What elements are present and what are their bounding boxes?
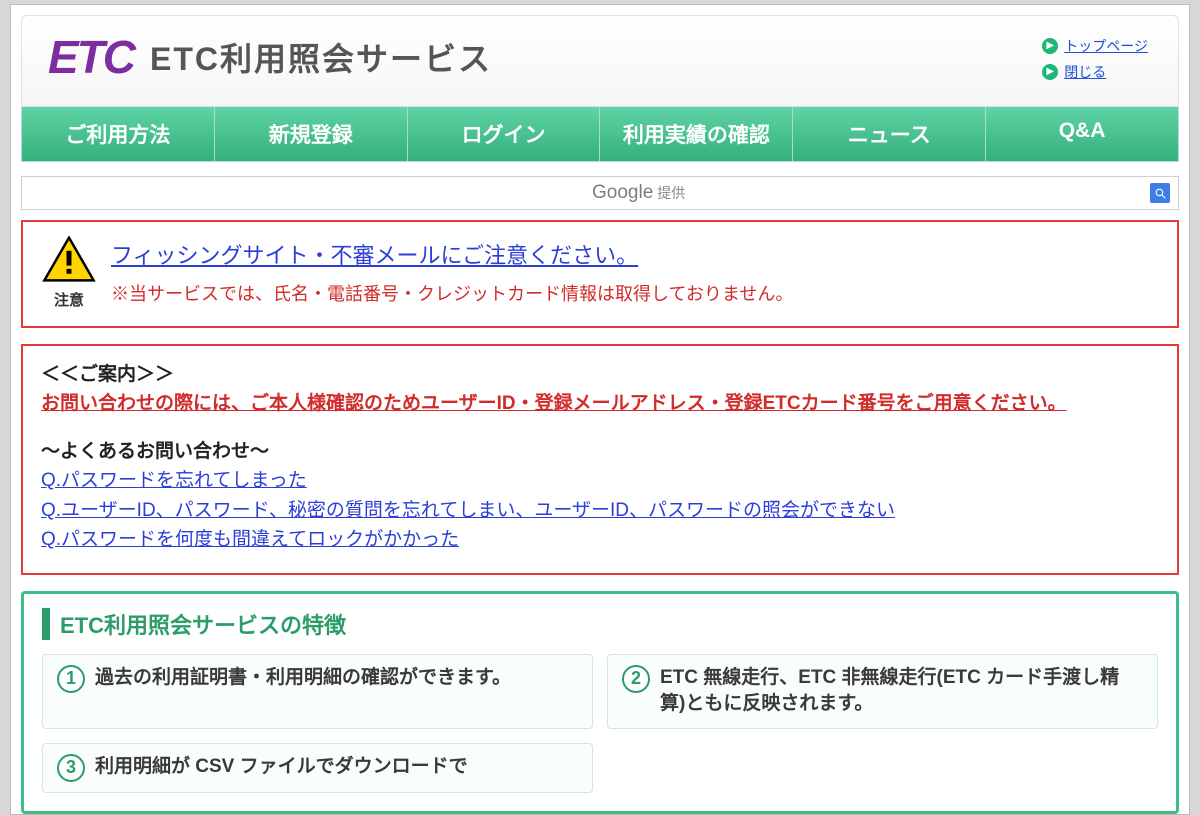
guide-heading: ＜＜ご案内＞＞ xyxy=(41,360,1159,389)
header-links: ▶ トップページ ▶ 閉じる xyxy=(1042,36,1148,88)
phishing-alert-note: ※当サービスでは、氏名・電話番号・クレジットカード情報は取得しておりません。 xyxy=(111,280,793,306)
feature-text: 過去の利用証明書・利用明細の確認ができます。 xyxy=(95,665,511,692)
faq-link[interactable]: Q.パスワードを忘れてしまった xyxy=(41,466,1159,495)
guide-red-notice: お問い合わせの際には、ご本人様確認のためユーザーID・登録メールアドレス・登録E… xyxy=(41,389,1159,418)
faq-list: Q.パスワードを忘れてしまった Q.ユーザーID、パスワード、秘密の質問を忘れて… xyxy=(41,466,1159,554)
search-provider-label: Google xyxy=(592,182,653,204)
nav-history[interactable]: 利用実績の確認 xyxy=(600,107,793,161)
feature-number-badge: 3 xyxy=(57,754,85,782)
feature-text: ETC 無線走行、ETC 非無線走行(ETC カード手渡し精算)ともに反映されま… xyxy=(660,665,1143,718)
nav-register[interactable]: 新規登録 xyxy=(215,107,408,161)
main-nav: ご利用方法 新規登録 ログイン 利用実績の確認 ニュース Q&A xyxy=(21,107,1179,162)
feature-number-badge: 1 xyxy=(57,665,85,693)
faq-heading: ～よくあるお問い合わせ～ xyxy=(41,437,1159,466)
warning-icon: 注意 xyxy=(41,236,97,310)
nav-qa[interactable]: Q&A xyxy=(986,107,1178,161)
search-bar[interactable]: Google 提供 xyxy=(21,176,1179,210)
nav-login[interactable]: ログイン xyxy=(408,107,601,161)
search-icon xyxy=(1154,187,1167,200)
phishing-alert-link[interactable]: フィッシングサイト・不審メールにご注意ください。 xyxy=(111,238,638,270)
close-link[interactable]: 閉じる xyxy=(1064,62,1106,82)
page-container: ETC ETC利用照会サービス ▶ トップページ ▶ 閉じる ご利用方法 新規登… xyxy=(10,4,1190,815)
info-box: ＜＜ご案内＞＞ お問い合わせの際には、ご本人様確認のためユーザーID・登録メール… xyxy=(21,344,1179,575)
arrow-right-icon: ▶ xyxy=(1042,64,1058,80)
nav-usage[interactable]: ご利用方法 xyxy=(22,107,215,161)
arrow-right-icon: ▶ xyxy=(1042,38,1058,54)
faq-link[interactable]: Q.パスワードを何度も間違えてロックがかかった xyxy=(41,525,1159,554)
site-title: ETC利用照会サービス xyxy=(150,34,492,80)
search-provider-sub: 提供 xyxy=(657,183,685,203)
search-button[interactable] xyxy=(1150,183,1170,203)
features-section: ETC利用照会サービスの特徴 1 過去の利用証明書・利用明細の確認ができます。 … xyxy=(21,591,1179,814)
faq-link[interactable]: Q.ユーザーID、パスワード、秘密の質問を忘れてしまい、ユーザーID、パスワード… xyxy=(41,496,1159,525)
feature-text: 利用明細が CSV ファイルでダウンロードで xyxy=(95,754,468,781)
site-header: ETC ETC利用照会サービス ▶ トップページ ▶ 閉じる xyxy=(21,15,1179,107)
top-page-link[interactable]: トップページ xyxy=(1064,36,1148,56)
feature-card: 2 ETC 無線走行、ETC 非無線走行(ETC カード手渡し精算)ともに反映さ… xyxy=(607,654,1158,729)
feature-card: 1 過去の利用証明書・利用明細の確認ができます。 xyxy=(42,654,593,729)
features-title: ETC利用照会サービスの特徴 xyxy=(42,608,1158,640)
nav-news[interactable]: ニュース xyxy=(793,107,986,161)
feature-card: 3 利用明細が CSV ファイルでダウンロードで xyxy=(42,743,593,793)
logo: ETC xyxy=(48,30,134,84)
warning-label: 注意 xyxy=(41,289,97,310)
feature-number-badge: 2 xyxy=(622,665,650,693)
phishing-alert-box: 注意 フィッシングサイト・不審メールにご注意ください。 ※当サービスでは、氏名・… xyxy=(21,220,1179,328)
